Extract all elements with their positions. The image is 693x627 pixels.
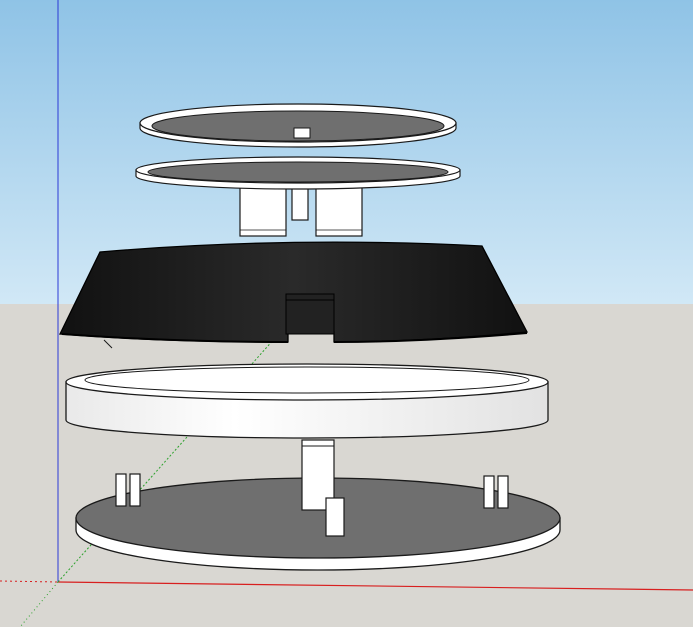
black-shade[interactable]: [58, 241, 529, 343]
ground: [0, 304, 693, 627]
model-viewport[interactable]: [0, 0, 693, 627]
white-ring[interactable]: [65, 363, 549, 439]
second-disc[interactable]: [135, 156, 461, 190]
front-peg[interactable]: [325, 497, 345, 537]
top-disc-nub: [293, 127, 311, 139]
scene-canvas[interactable]: [0, 0, 693, 627]
top-disc[interactable]: [139, 103, 457, 148]
